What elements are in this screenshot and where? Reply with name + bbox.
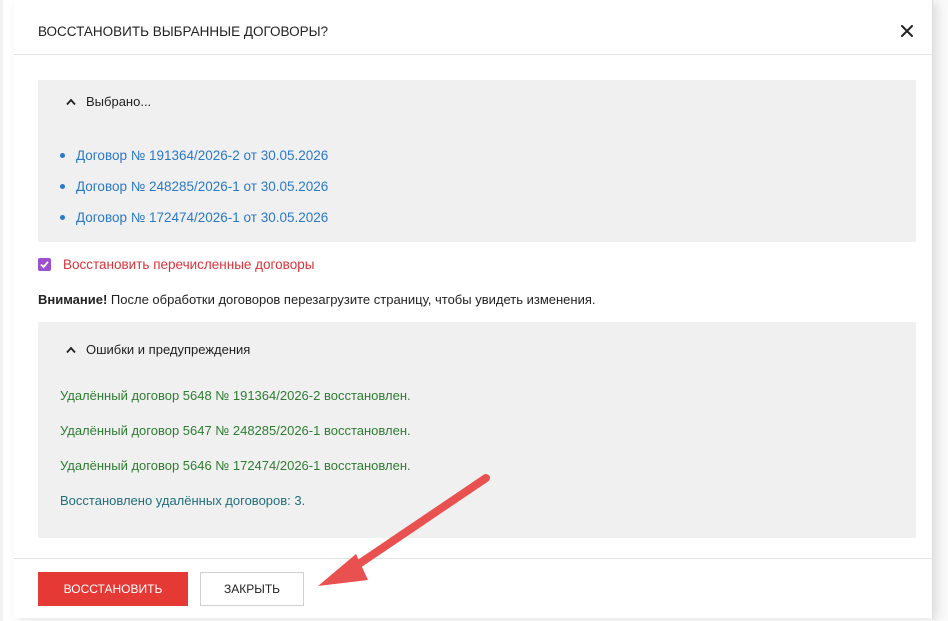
chevron-up-icon — [66, 98, 76, 105]
background-page-edge-right — [932, 0, 948, 621]
restore-summary: Восстановлено удалённых договоров: 3. — [60, 493, 306, 508]
selected-panel-toggle[interactable]: Выбрано... — [66, 94, 151, 109]
attention-label: Внимание! — [38, 292, 108, 307]
selected-panel-heading: Выбрано... — [86, 94, 152, 109]
errors-panel-toggle[interactable]: Ошибки и предупреждения — [66, 342, 250, 357]
contract-link[interactable]: Договор № 248285/2026-1 от 30.05.2026 — [76, 179, 328, 194]
close-button[interactable] — [893, 17, 921, 45]
close-dialog-button[interactable]: ЗАКРЫТЬ — [200, 572, 304, 606]
bullet-icon — [60, 215, 65, 220]
restore-checkbox-row: Восстановить перечисленные договоры — [38, 257, 314, 272]
restore-message: Удалённый договор 5648 № 191364/2026-2 в… — [60, 388, 411, 403]
bullet-icon — [60, 184, 65, 189]
list-item: Договор № 172474/2026-1 от 30.05.2026 — [60, 202, 328, 233]
restore-checkbox-label[interactable]: Восстановить перечисленные договоры — [63, 257, 314, 272]
annotation-arrow-icon — [318, 474, 490, 586]
close-icon — [901, 25, 913, 37]
contract-link[interactable]: Договор № 172474/2026-1 от 30.05.2026 — [76, 210, 328, 225]
contract-link[interactable]: Договор № 191364/2026-2 от 30.05.2026 — [76, 148, 328, 163]
list-item: Договор № 248285/2026-1 от 30.05.2026 — [60, 171, 328, 202]
attention-notice: Внимание! После обработки договоров пере… — [38, 292, 596, 307]
bullet-icon — [60, 153, 65, 158]
background-page-edge — [0, 0, 3, 621]
selected-contracts-list: Договор № 191364/2026-2 от 30.05.2026 До… — [60, 140, 328, 233]
selected-panel: Выбрано... Договор № 191364/2026-2 от 30… — [38, 80, 916, 242]
dialog-header: ВОССТАНОВИТЬ ВЫБРАННЫЕ ДОГОВОРЫ? — [14, 0, 932, 55]
checkmark-icon — [40, 261, 49, 269]
restore-checkbox[interactable] — [38, 258, 51, 271]
attention-text: После обработки договоров перезагрузите … — [107, 292, 596, 307]
errors-panel-heading: Ошибки и предупреждения — [86, 342, 251, 357]
dialog-title: ВОССТАНОВИТЬ ВЫБРАННЫЕ ДОГОВОРЫ? — [38, 24, 329, 39]
list-item: Договор № 191364/2026-2 от 30.05.2026 — [60, 140, 328, 171]
restore-dialog: ВОССТАНОВИТЬ ВЫБРАННЫЕ ДОГОВОРЫ? Выбрано… — [14, 0, 933, 618]
restore-button[interactable]: ВОССТАНОВИТЬ — [38, 572, 188, 606]
restore-message: Удалённый договор 5647 № 248285/2026-1 в… — [60, 423, 411, 438]
chevron-up-icon — [66, 346, 76, 353]
